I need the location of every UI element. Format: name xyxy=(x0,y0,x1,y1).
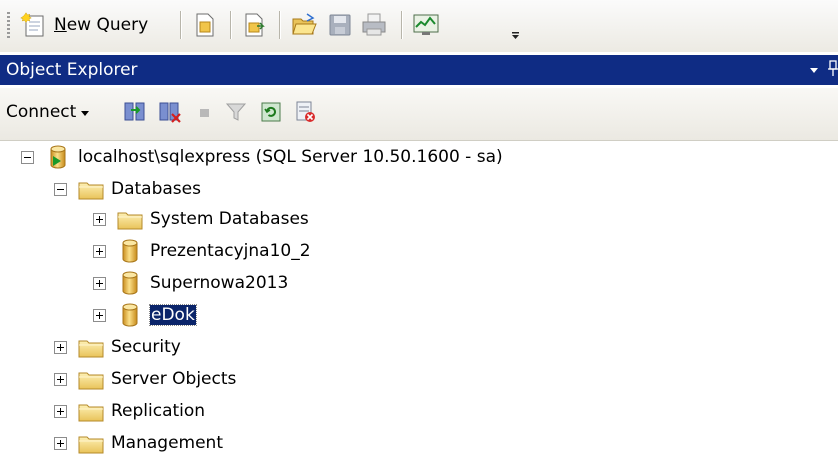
toolbar-separator xyxy=(401,11,402,39)
object-explorer-toolbar: Connect xyxy=(0,88,838,141)
expand-toggle[interactable] xyxy=(54,404,67,418)
folder-icon xyxy=(78,436,104,454)
refresh-icon[interactable] xyxy=(259,100,283,124)
disconnect-icon[interactable] xyxy=(158,100,182,124)
expand-toggle[interactable] xyxy=(54,372,67,386)
tree-node-system-databases[interactable]: System Databases xyxy=(93,204,309,234)
database-icon xyxy=(122,303,138,327)
server-icon xyxy=(50,145,66,169)
node-label: Management xyxy=(111,433,223,453)
expand-toggle[interactable] xyxy=(93,308,106,322)
node-label: Databases xyxy=(111,179,201,199)
folder-icon xyxy=(78,340,104,358)
server-label: localhost\sqlexpress (SQL Server 10.50.1… xyxy=(78,147,503,167)
tree-node-replication[interactable]: Replication xyxy=(54,396,205,426)
expand-toggle[interactable] xyxy=(93,244,106,258)
collapse-toggle[interactable] xyxy=(54,182,67,196)
node-label: System Databases xyxy=(150,209,309,229)
open-folder-icon[interactable] xyxy=(291,12,317,38)
node-label: Supernowa2013 xyxy=(150,273,289,293)
stop-icon[interactable] xyxy=(193,100,217,124)
connect-button[interactable]: Connect xyxy=(6,102,90,122)
toolbar-separator xyxy=(180,11,181,39)
collapse-toggle[interactable] xyxy=(21,150,34,164)
activity-monitor-icon[interactable] xyxy=(412,12,442,38)
new-query-button[interactable]: New Query xyxy=(20,9,148,41)
new-query-icon xyxy=(20,12,44,37)
window-position-dropdown-icon[interactable] xyxy=(810,68,818,73)
expand-toggle[interactable] xyxy=(93,212,106,226)
tree-node-database-selected[interactable]: eDok xyxy=(93,300,197,330)
tree-node-database[interactable]: Prezentacyjna10_2 xyxy=(93,236,311,266)
node-label: Prezentacyjna10_2 xyxy=(150,241,311,261)
expand-toggle[interactable] xyxy=(54,436,67,450)
connect-label: Connect xyxy=(6,102,77,122)
expand-toggle[interactable] xyxy=(93,276,106,290)
tree-node-database[interactable]: Supernowa2013 xyxy=(93,268,288,298)
toolbar-overflow-icon[interactable] xyxy=(511,31,521,41)
node-label: Server Objects xyxy=(111,369,237,389)
node-label-selected: eDok xyxy=(149,304,197,326)
folder-icon xyxy=(78,404,104,422)
database-icon xyxy=(122,239,138,263)
folder-icon xyxy=(117,212,143,230)
chevron-down-icon xyxy=(81,110,90,116)
new-file-copy-icon[interactable] xyxy=(241,12,267,38)
pin-icon[interactable] xyxy=(828,60,838,78)
tree-node-server-objects[interactable]: Server Objects xyxy=(54,364,236,394)
toolbar-separator xyxy=(230,11,231,39)
toolbar-separator xyxy=(279,11,280,39)
expand-toggle[interactable] xyxy=(54,340,67,354)
folder-icon xyxy=(78,372,104,390)
node-label: Replication xyxy=(111,401,206,421)
tree-node-server[interactable]: localhost\sqlexpress (SQL Server 10.50.1… xyxy=(21,142,503,172)
tree-node-security[interactable]: Security xyxy=(54,332,181,362)
folder-icon xyxy=(78,182,104,200)
new-query-label: New Query xyxy=(54,15,149,35)
panel-title: Object Explorer xyxy=(6,60,138,80)
node-label: Security xyxy=(111,337,181,357)
tree-node-databases[interactable]: Databases xyxy=(54,174,201,204)
toolbar-grip[interactable] xyxy=(7,12,10,38)
print-icon[interactable] xyxy=(361,12,387,38)
object-explorer-details-icon[interactable] xyxy=(293,100,317,124)
object-explorer-tree: localhost\sqlexpress (SQL Server 10.50.1… xyxy=(0,140,838,454)
object-explorer-titlebar: Object Explorer xyxy=(0,55,838,85)
database-icon xyxy=(122,271,138,295)
save-icon[interactable] xyxy=(327,12,353,38)
filter-icon[interactable] xyxy=(224,100,248,124)
new-file-icon[interactable] xyxy=(192,12,218,38)
standard-toolbar: New Query xyxy=(0,0,838,52)
connect-object-explorer-icon[interactable] xyxy=(123,100,147,124)
